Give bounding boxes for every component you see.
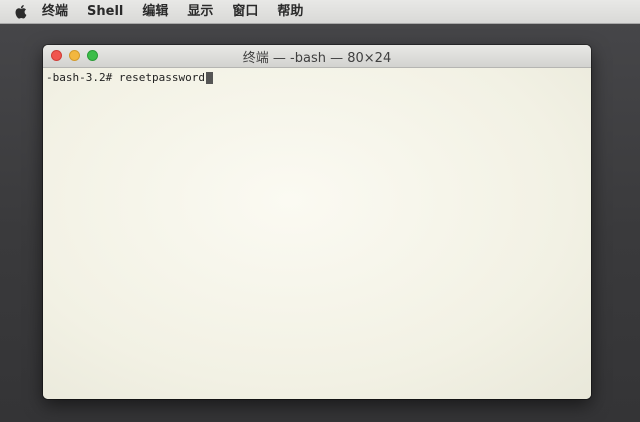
menu-view[interactable]: 显示	[187, 0, 213, 24]
zoom-button[interactable]	[87, 50, 98, 61]
window-title-bar[interactable]: 终端 — -bash — 80×24	[43, 45, 591, 68]
text-cursor	[205, 72, 213, 84]
menu-edit[interactable]: 编辑	[142, 0, 168, 24]
desktop: 终端 Shell 编辑 显示 窗口 帮助 终端 — -bash — 80×24 …	[0, 0, 640, 422]
terminal-command-line: -bash-3.2# resetpassword	[46, 71, 588, 85]
apple-logo-icon[interactable]	[12, 4, 28, 20]
typed-command: resetpassword	[118, 71, 205, 84]
window-controls	[51, 50, 105, 61]
menu-terminal[interactable]: 终端	[42, 0, 68, 24]
close-button[interactable]	[51, 50, 62, 61]
menu-bar: 终端 Shell 编辑 显示 窗口 帮助	[0, 0, 640, 24]
shell-prompt: -bash-3.2#	[46, 71, 113, 84]
terminal-window[interactable]: 终端 — -bash — 80×24 -bash-3.2# resetpassw…	[43, 45, 591, 399]
menu-window[interactable]: 窗口	[232, 0, 258, 24]
terminal-text-area[interactable]: -bash-3.2# resetpassword	[43, 68, 591, 399]
minimize-button[interactable]	[69, 50, 80, 61]
menu-help[interactable]: 帮助	[277, 0, 303, 24]
menu-shell[interactable]: Shell	[87, 0, 123, 24]
window-title: 终端 — -bash — 80×24	[242, 50, 392, 66]
